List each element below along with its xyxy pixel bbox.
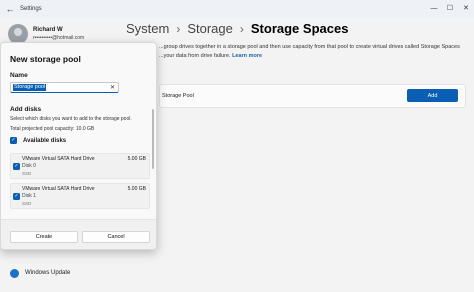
chevron-right-icon: › [239,21,244,36]
new-storage-pool-dialog: New storage pool Name Storage pool ✕ Add… [0,42,157,250]
breadcrumb: System › Storage › Storage Spaces [126,21,348,36]
disk-size: 5.00 GB [127,186,146,192]
sidebar-item-label: Windows Update [25,270,71,276]
clear-icon[interactable]: ✕ [110,84,115,92]
cancel-button[interactable]: Cancel [82,231,150,243]
dialog-scrollbar[interactable] [152,109,154,169]
name-label: Name [10,72,28,79]
checkbox-checked-icon[interactable]: ✓ [10,137,17,144]
minimize-button[interactable]: — [426,0,442,18]
breadcrumb-storage[interactable]: Storage [187,21,233,36]
dialog-title: New storage pool [10,54,81,64]
avatar[interactable] [8,24,28,44]
sidebar-item-windows-update[interactable]: Windows Update [10,267,70,279]
disk-number: Disk 0 [22,163,36,169]
disk-name: VMware Virtual SATA Hard Drive [22,186,95,192]
name-input[interactable]: Storage pool ✕ [10,82,119,93]
user-email: r••••••••••@hotmail.com [33,35,85,41]
page-description: ...group drives together in a storage po… [159,43,464,61]
disk-type: SSD [22,201,32,206]
available-disks-label: Available disks [23,137,67,144]
app-title: Settings [20,6,42,12]
name-input-value: Storage pool [13,84,47,91]
page-title: Storage Spaces [250,21,349,36]
create-button[interactable]: Create [10,231,78,243]
chevron-right-icon: › [176,21,181,36]
available-disks-toggle[interactable]: ✓ Available disks [10,137,66,144]
disk-name: VMware Virtual SATA Hard Drive [22,156,95,162]
checkbox-checked-icon[interactable]: ✓ [13,193,20,200]
window-controls: — ☐ ✕ [426,0,474,18]
close-button[interactable]: ✕ [458,0,474,18]
maximize-button[interactable]: ☐ [442,0,458,18]
description-text: ...group drives together in a storage po… [159,44,460,59]
back-button[interactable]: ← [3,2,17,16]
dialog-footer: Create Cancel [1,219,156,249]
disk-type: SSD [22,171,32,176]
projected-capacity: Total projected pool capacity: 10.0 GB [10,126,95,132]
learn-more-link[interactable]: Learn more [232,53,262,59]
title-bar: ← Settings — ☐ ✕ [0,0,474,18]
disk-size: 5.00 GB [127,156,146,162]
checkbox-checked-icon[interactable]: ✓ [13,163,20,170]
add-disks-description: Select which disks you want to add to th… [10,116,132,122]
add-disks-heading: Add disks [10,106,42,113]
storage-pool-card-label: Storage Pool [162,93,194,99]
breadcrumb-system[interactable]: System [126,21,169,36]
disk-number: Disk 1 [22,193,36,199]
user-name: Richard W [33,27,63,33]
add-button[interactable]: Add [407,89,458,102]
windows-update-icon [10,268,19,278]
disk-item[interactable]: ✓ VMware Virtual SATA Hard Drive 5.00 GB… [10,153,150,179]
disk-item[interactable]: ✓ VMware Virtual SATA Hard Drive 5.00 GB… [10,183,150,209]
